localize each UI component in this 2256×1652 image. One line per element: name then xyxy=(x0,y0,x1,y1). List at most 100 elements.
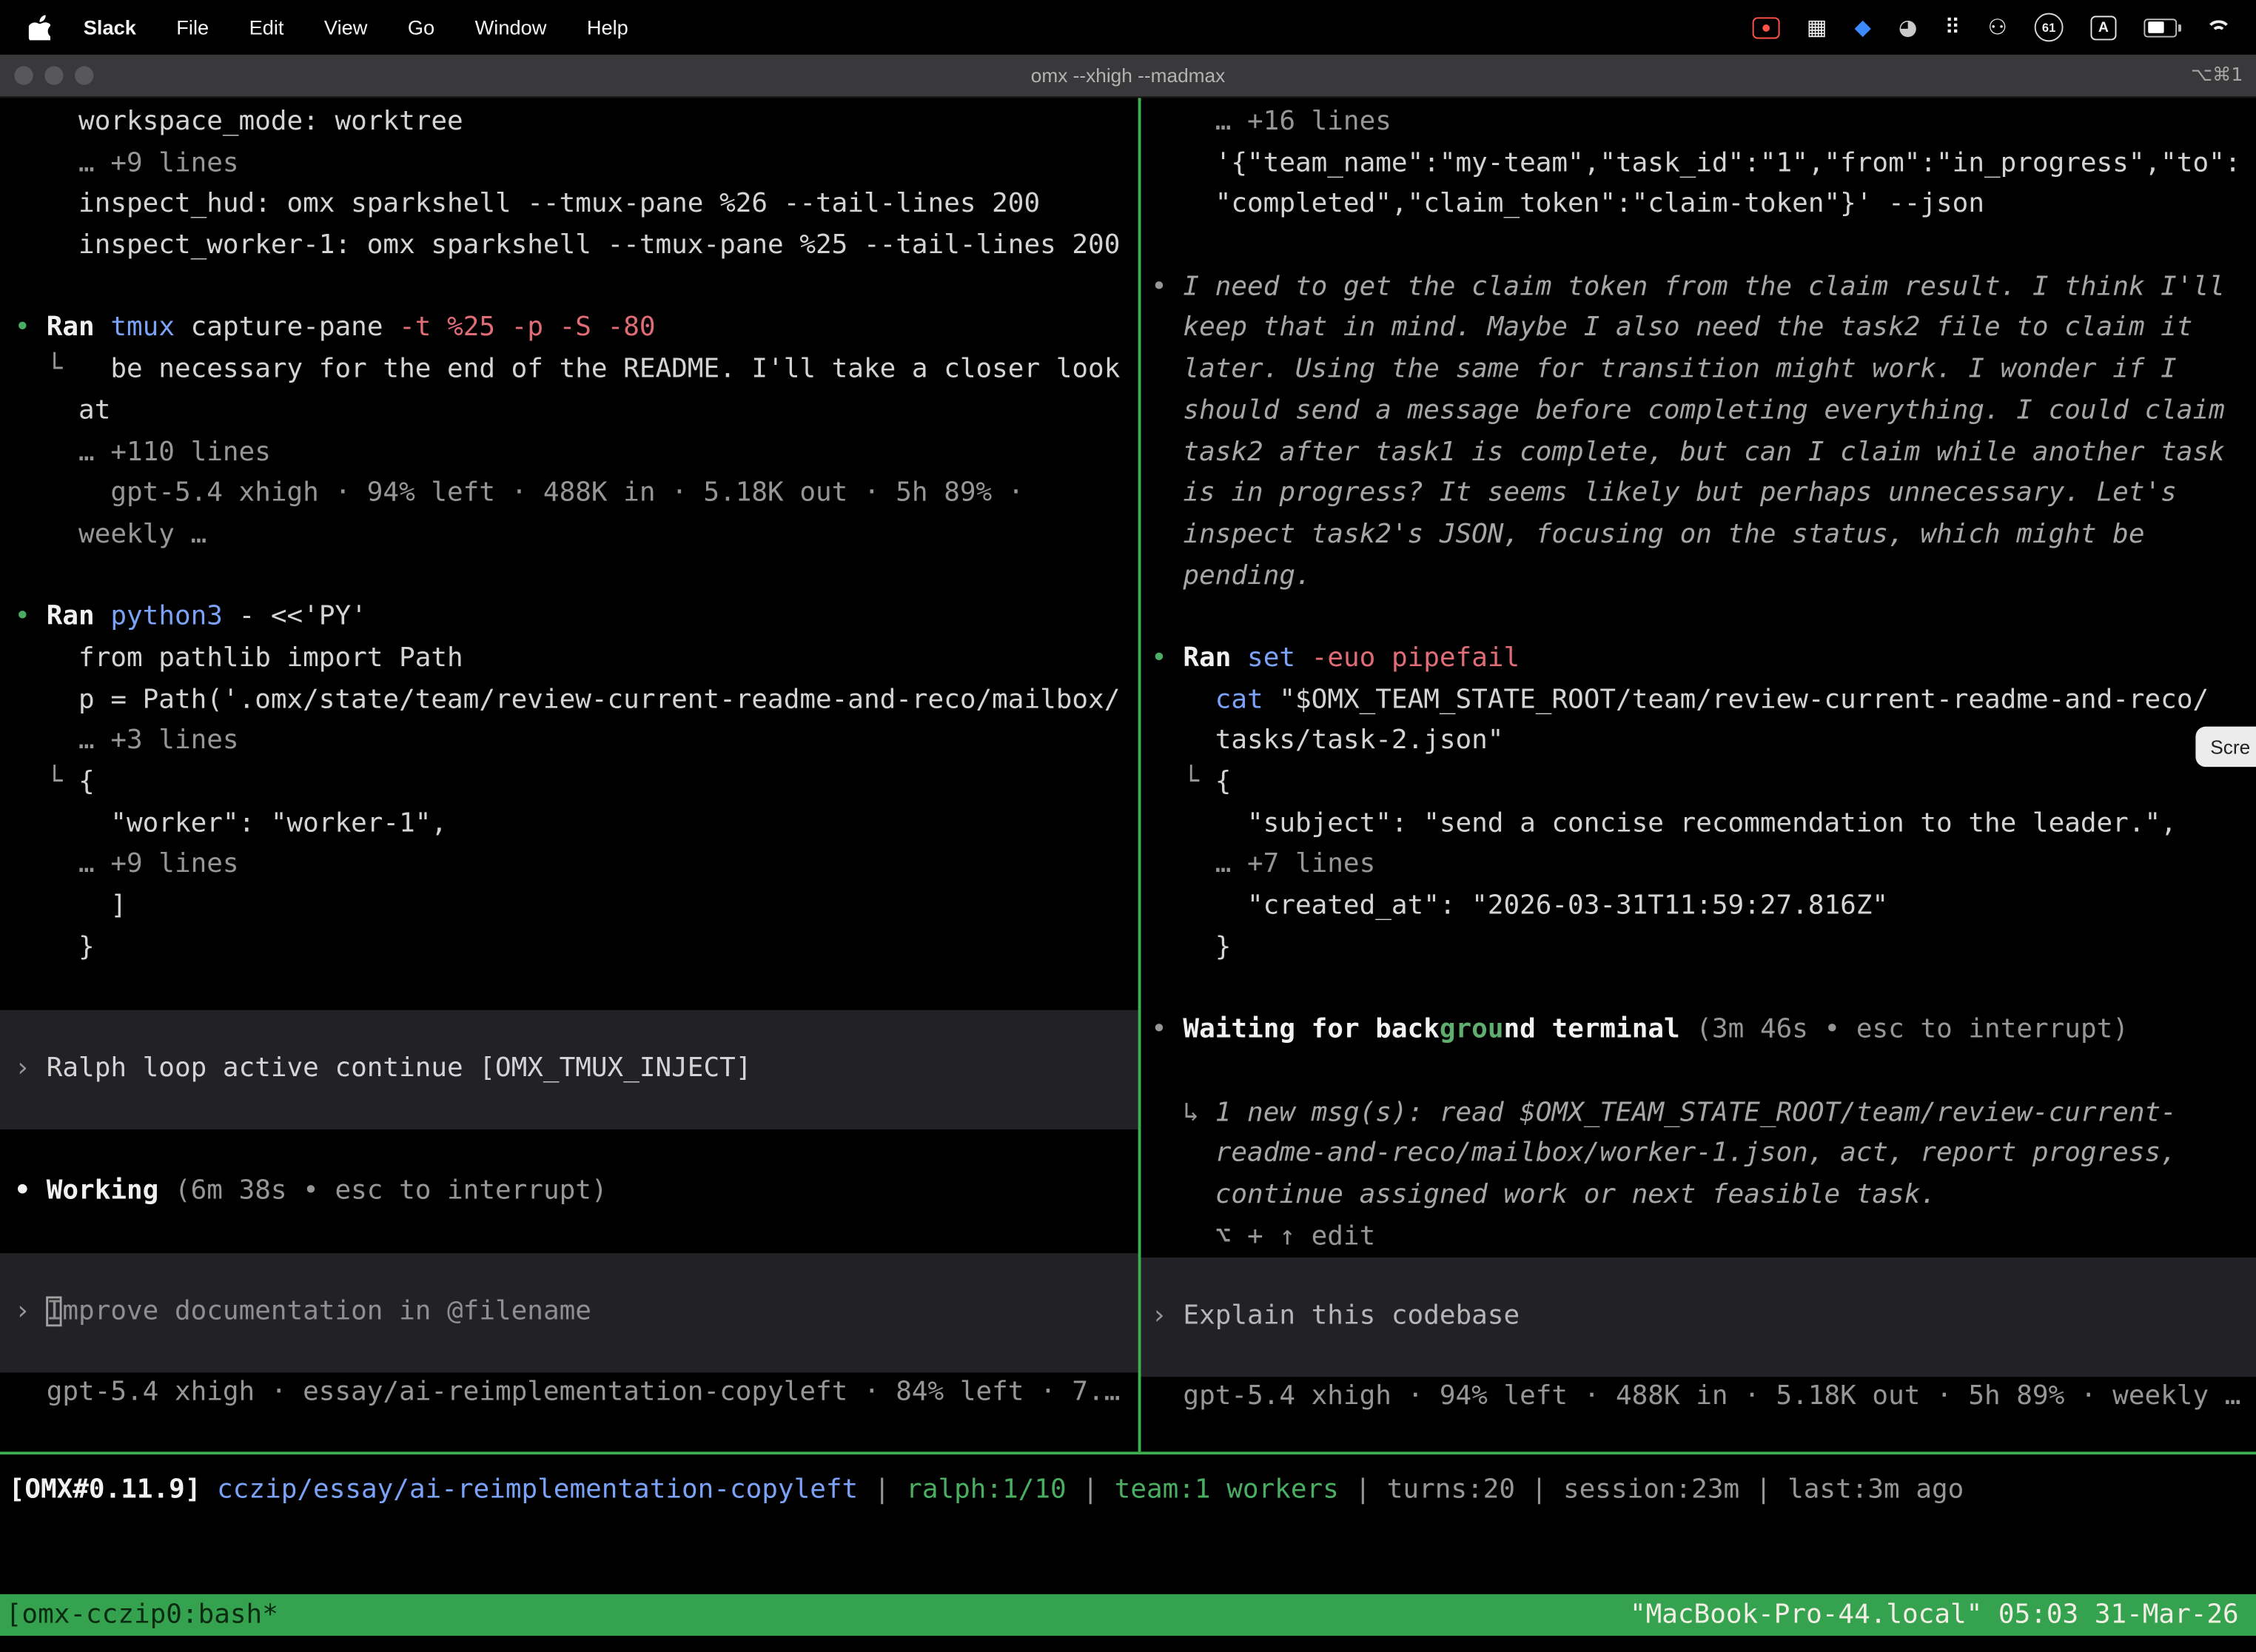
text-segment: Waiting for back xyxy=(1183,1015,1439,1045)
terminal-line: └ be necessary for the end of the README… xyxy=(0,350,1138,392)
menu-item-window[interactable]: Window xyxy=(475,16,547,38)
apple-logo-icon[interactable] xyxy=(29,13,52,41)
traffic-lights xyxy=(14,55,93,96)
terminal-line: keep that in mind. Maybe I also need the… xyxy=(1141,309,2256,350)
menu-item-edit[interactable]: Edit xyxy=(249,16,284,38)
team-counter: team:1 workers xyxy=(1115,1474,1339,1505)
text-segment: later. Using the same for transition mig… xyxy=(1151,354,2177,384)
text-segment: inspect task2's JSON, focusing on the st… xyxy=(1151,520,2144,550)
battery-icon[interactable] xyxy=(2143,18,2177,36)
text-segment: should send a message before completing … xyxy=(1151,395,2225,426)
terminal-line: • Ran set -euo pipefail xyxy=(1141,639,2256,680)
text-segment: gpt-5.4 xhigh · 94% left · 488K in · 5.1… xyxy=(14,478,1024,508)
terminal-line: is in progress? It seems likely but perh… xyxy=(1141,474,2256,515)
dots-grid-icon[interactable]: ⠿ xyxy=(1944,14,1960,40)
menu-bar-menus: File Edit View Go Window Help xyxy=(176,16,628,38)
raycast-icon[interactable]: ◆ xyxy=(1855,14,1871,40)
terminal-line xyxy=(1141,1052,2256,1093)
terminal-line: p = Path('.omx/state/team/review-current… xyxy=(0,680,1138,722)
text-segment: { xyxy=(78,767,95,797)
circle-app-icon[interactable]: ◕ xyxy=(1899,14,1917,40)
terminal-line: … +9 lines xyxy=(0,144,1138,185)
terminal-line: weekly … xyxy=(0,515,1138,557)
bullet: • xyxy=(1151,272,1183,302)
text-segment: from pathlib import Path xyxy=(14,643,463,674)
terminal-line: • Ran tmux capture-pane -t %25 -p -S -80 xyxy=(0,309,1138,350)
text-segment: … +3 lines xyxy=(14,725,238,756)
menu-item-file[interactable]: File xyxy=(176,16,209,38)
screen-recording-icon[interactable] xyxy=(1752,16,1779,38)
text-segment: p = Path('.omx/state/team/review-current… xyxy=(14,685,1120,715)
terminal-line: └ { xyxy=(1141,762,2256,804)
menu-item-view[interactable]: View xyxy=(324,16,367,38)
terminal-line: } xyxy=(0,927,1138,969)
prompt-chevron: › xyxy=(1151,1301,1183,1332)
zoom-button[interactable] xyxy=(75,66,93,84)
tmux-pane-right[interactable]: … +16 lines '{"team_name":"my-team","tas… xyxy=(1141,98,2256,1451)
terminal-line: workspace_mode: worktree xyxy=(0,102,1138,144)
text-segment xyxy=(1151,685,1215,715)
grid-app-icon[interactable]: ▦ xyxy=(1807,14,1827,40)
menu-bar-status-icons: ▦ ◆ ◕ ⠿ ⚇ 61 A xyxy=(1752,13,2236,41)
bullet: • xyxy=(14,602,46,632)
text-segment: … +9 lines xyxy=(14,148,238,178)
text-segment: cat xyxy=(1215,685,1280,715)
terminal-line xyxy=(0,267,1138,309)
text-segment: '{"team_name":"my-team","task_id":"1","f… xyxy=(1151,148,2240,178)
menu-item-go[interactable]: Go xyxy=(408,16,434,38)
terminal-line xyxy=(0,556,1138,597)
left-history-box[interactable]: › Ralph loop active continue [OMX_TMUX_I… xyxy=(0,1010,1138,1129)
wifi-icon[interactable] xyxy=(2204,18,2230,36)
text-segment: tasks/task-2.json" xyxy=(1151,725,1503,756)
terminal-line: } xyxy=(1141,927,2256,969)
menu-item-help[interactable]: Help xyxy=(587,16,628,38)
close-button[interactable] xyxy=(14,66,33,84)
terminal-line: gpt-5.4 xhigh · essay/ai-reimplementatio… xyxy=(0,1372,1138,1414)
ralph-counter: ralph:1/10 xyxy=(906,1474,1067,1505)
terminal-line xyxy=(0,1212,1138,1253)
text-segment: capture-pane xyxy=(191,313,399,343)
menu-bar: Slack File Edit View Go Window Help ▦ ◆ ◕ ⠿ ⚇ 61 A xyxy=(0,0,2256,55)
terminal-line: … +16 lines xyxy=(1141,102,2256,144)
active-app-name[interactable]: Slack xyxy=(84,16,136,38)
text-segment: keep that in mind. Maybe I also need the… xyxy=(1151,313,2192,343)
text-segment: Ralph loop active continue [OMX_TMUX_INJ… xyxy=(47,1053,752,1084)
text-segment: readme-and-reco/mailbox/worker-1.json, a… xyxy=(1151,1138,2177,1169)
terminal-line: … +110 lines xyxy=(0,432,1138,474)
text-segment: task2 after task1 is complete, but can I… xyxy=(1151,437,2225,467)
left-input-box[interactable]: › Improve documentation in @filename xyxy=(0,1253,1138,1372)
input-source-icon[interactable]: A xyxy=(2090,15,2116,39)
input-line: › Ralph loop active continue [OMX_TMUX_I… xyxy=(0,1049,1138,1090)
screen-notification-text: Scre xyxy=(2210,736,2250,757)
bottom-gap xyxy=(0,1636,2256,1651)
battery-percent-badge[interactable]: 61 xyxy=(2035,13,2064,41)
desktop: Slack FileEditViewGoWindowHelp ▦◆◕⠿⚇61A … xyxy=(0,0,2256,1652)
text-segment: Working xyxy=(47,1175,159,1205)
terminal-line xyxy=(0,969,1138,1010)
text-segment: | xyxy=(858,1474,906,1505)
window-shortcut-hint: ⌥⌘1 xyxy=(2191,55,2243,96)
terminal-line: from pathlib import Path xyxy=(0,639,1138,680)
text-segment: 1 new msg(s): read $OMX_TEAM_STATE_ROOT/… xyxy=(1215,1097,2177,1127)
text-segment: (6m 38s • esc to interrupt) xyxy=(158,1175,607,1205)
text-segment: { xyxy=(1215,767,1232,797)
terminal-line: • Working (6m 38s • esc to interrupt) xyxy=(0,1170,1138,1212)
keychain-icon[interactable]: ⚇ xyxy=(1988,14,2007,40)
text-segment: └ xyxy=(14,767,78,797)
text-segment: gpt-5.4 xhigh · 94% left · 488K in · 5.1… xyxy=(1151,1381,2240,1411)
terminal-line: inspect_worker-1: omx sparkshell --tmux-… xyxy=(0,226,1138,267)
text-segment: | xyxy=(1339,1474,1387,1505)
tmux-pane-left[interactable]: workspace_mode: worktree … +9 lines insp… xyxy=(0,98,1138,1451)
minimize-button[interactable] xyxy=(44,66,63,84)
text-segment: - <<'PY' xyxy=(239,602,367,632)
screen-notification[interactable]: Scre xyxy=(2196,727,2256,767)
input-line: › Explain this codebase xyxy=(1141,1297,2256,1338)
text-segment: python3 xyxy=(110,602,238,632)
text-segment: tmux xyxy=(110,313,190,343)
terminal-line: pending. xyxy=(1141,556,2256,597)
terminal-line xyxy=(1141,597,2256,639)
text-segment: … +7 lines xyxy=(1151,850,1375,880)
terminal-line: gpt-5.4 xhigh · 94% left · 488K in · 5.1… xyxy=(1141,1377,2256,1418)
bullet: • xyxy=(14,1175,46,1205)
right-input-box[interactable]: › Explain this codebase xyxy=(1141,1258,2256,1377)
